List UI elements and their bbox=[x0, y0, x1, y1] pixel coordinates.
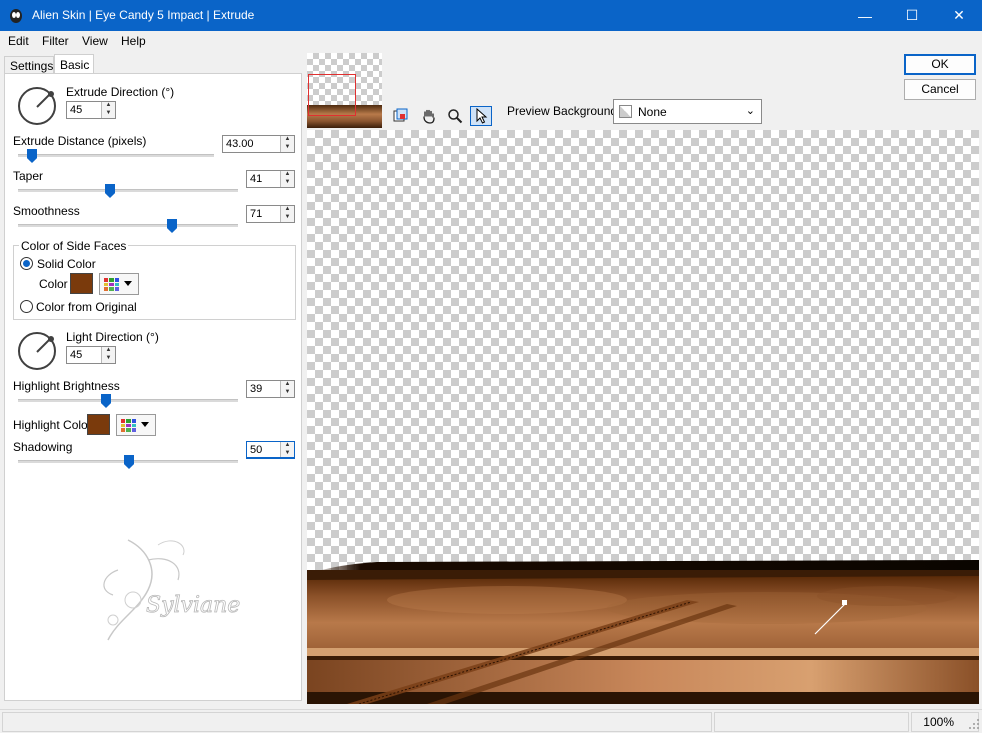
highlight-color-label: Highlight Color bbox=[13, 418, 92, 432]
side-color-label: Color bbox=[39, 277, 68, 291]
shadowing-slider[interactable] bbox=[124, 455, 134, 469]
extrude-distance-slider[interactable] bbox=[27, 149, 37, 163]
tab-settings[interactable]: Settings bbox=[4, 56, 54, 74]
color-from-original-label: Color from Original bbox=[36, 300, 137, 314]
taper-input[interactable]: 41 ▲ ▼ bbox=[246, 170, 295, 188]
palette-icon bbox=[104, 278, 119, 291]
taper-track bbox=[18, 189, 238, 192]
close-button[interactable]: ✕ bbox=[936, 0, 982, 31]
extrude-direction-label: Extrude Direction (°) bbox=[66, 85, 175, 99]
smoothness-slider[interactable] bbox=[167, 219, 177, 233]
taper-label: Taper bbox=[13, 169, 44, 183]
chevron-down-icon: ⌄ bbox=[745, 105, 755, 117]
window-title: Alien Skin | Eye Candy 5 Impact | Extrud… bbox=[32, 8, 255, 22]
status-segment-main bbox=[2, 712, 712, 732]
menu-view[interactable]: View bbox=[82, 34, 108, 48]
maximize-button[interactable]: ☐ bbox=[889, 0, 935, 31]
shadowing-label: Shadowing bbox=[13, 440, 73, 454]
side-color-palette-button[interactable] bbox=[99, 273, 139, 295]
svg-text:Sylviane: Sylviane bbox=[146, 593, 240, 618]
menu-bar: Edit Filter View Help bbox=[0, 31, 982, 51]
transparent-swatch-icon bbox=[619, 105, 632, 118]
cancel-button[interactable]: Cancel bbox=[904, 79, 976, 100]
sylviane-watermark: Sylviane bbox=[103, 539, 241, 641]
highlight-brightness-track bbox=[18, 399, 238, 402]
highlight-brightness-slider[interactable] bbox=[101, 394, 111, 408]
navigator-selection[interactable] bbox=[308, 74, 356, 116]
extrude-distance-label: Extrude Distance (pixels) bbox=[13, 134, 147, 148]
alien-skin-app-icon bbox=[10, 9, 22, 23]
status-segment-info bbox=[714, 712, 909, 732]
highlight-color-swatch[interactable] bbox=[87, 414, 110, 435]
menu-filter[interactable]: Filter bbox=[42, 34, 69, 48]
solid-color-label: Solid Color bbox=[37, 257, 96, 271]
side-color-swatch[interactable] bbox=[70, 273, 93, 294]
hand-icon[interactable] bbox=[418, 106, 440, 126]
light-direction-label: Light Direction (°) bbox=[66, 330, 159, 344]
extrude-distance-track bbox=[18, 154, 214, 157]
extrude-direction-dial[interactable] bbox=[18, 87, 56, 125]
title-bar: Alien Skin | Eye Candy 5 Impact | Extrud… bbox=[0, 0, 982, 31]
navigator-thumbnail[interactable] bbox=[307, 53, 382, 128]
solid-color-radio[interactable] bbox=[20, 257, 33, 270]
minimize-button[interactable]: — bbox=[842, 0, 888, 31]
highlight-brightness-input[interactable]: 39 ▲ ▼ bbox=[246, 380, 295, 398]
extrude-distance-input[interactable]: 43.00 ▲ ▼ bbox=[222, 135, 295, 153]
preview-canvas[interactable] bbox=[307, 130, 979, 704]
taper-slider[interactable] bbox=[105, 184, 115, 198]
menu-edit[interactable]: Edit bbox=[8, 34, 29, 48]
preview-background-label: Preview Background: bbox=[507, 104, 621, 118]
navigator-icon[interactable] bbox=[390, 106, 412, 126]
ok-button[interactable]: OK bbox=[904, 54, 976, 75]
smoothness-label: Smoothness bbox=[13, 204, 80, 218]
pointer-icon[interactable] bbox=[470, 106, 492, 126]
light-direction-input[interactable]: 45 ▲ ▼ bbox=[66, 346, 116, 364]
palette-icon bbox=[121, 419, 136, 432]
tab-basic[interactable]: Basic bbox=[54, 54, 94, 74]
resize-grip-icon[interactable] bbox=[968, 718, 980, 730]
chevron-down-icon bbox=[124, 281, 132, 286]
extruded-wood-image bbox=[307, 560, 979, 704]
preview-background-select[interactable]: None ⌄ bbox=[613, 99, 762, 124]
extrude-direction-input[interactable]: 45 ▲ ▼ bbox=[66, 101, 116, 119]
chevron-down-icon bbox=[141, 422, 149, 427]
color-from-original-radio[interactable] bbox=[20, 300, 33, 313]
menu-help[interactable]: Help bbox=[121, 34, 146, 48]
side-faces-group-label: Color of Side Faces bbox=[19, 239, 129, 253]
smoothness-track bbox=[18, 224, 238, 227]
smoothness-input[interactable]: 71 ▲ ▼ bbox=[246, 205, 295, 223]
highlight-color-palette-button[interactable] bbox=[116, 414, 156, 436]
zoom-icon[interactable] bbox=[444, 106, 466, 126]
shadowing-input[interactable]: 50 ▲ ▼ bbox=[246, 441, 295, 459]
light-direction-dial[interactable] bbox=[18, 332, 56, 370]
highlight-brightness-label: Highlight Brightness bbox=[13, 379, 120, 393]
status-bar: 100% bbox=[0, 709, 982, 733]
